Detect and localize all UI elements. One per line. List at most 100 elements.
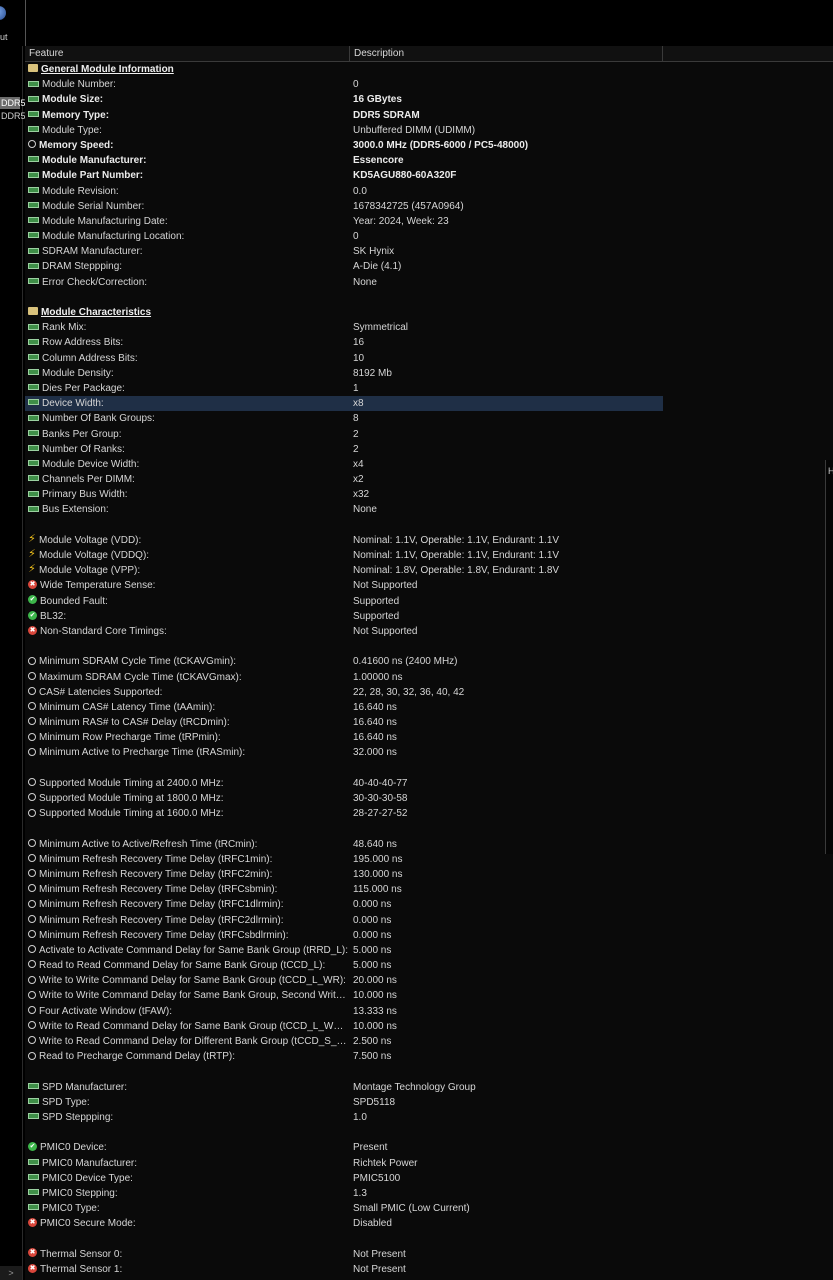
- feature-row[interactable]: Minimum Refresh Recovery Time Delay (tRF…: [25, 928, 663, 943]
- feature-row[interactable]: Module Type: Unbuffered DIMM (UDIMM): [25, 123, 663, 138]
- feature-row[interactable]: Minimum Refresh Recovery Time Delay (tRF…: [25, 852, 663, 867]
- feature-row[interactable]: Rank Mix: Symmetrical: [25, 320, 663, 335]
- feature-row[interactable]: Write to Read Command Delay for Differen…: [25, 1034, 663, 1049]
- feature-label: PMIC0 Secure Mode:: [40, 1218, 136, 1230]
- feature-row[interactable]: Read to Precharge Command Delay (tRTP): 7…: [25, 1049, 663, 1064]
- feature-row[interactable]: SPD Manufacturer: Montage Technology Grou…: [25, 1080, 663, 1095]
- feature-row[interactable]: Module Size: 16 GBytes: [25, 92, 663, 107]
- feature-row[interactable]: Write to Write Command Delay for Same Ba…: [25, 973, 663, 988]
- feature-row[interactable]: Module Density: 8192 Mb: [25, 366, 663, 381]
- feature-row[interactable]: Bus Extension: None: [25, 502, 663, 517]
- feature-row[interactable]: ✔ PMIC0 Device: Present: [25, 1140, 663, 1155]
- feature-row[interactable]: PMIC0 Stepping: 1.3: [25, 1186, 663, 1201]
- feature-row[interactable]: Minimum RAS# to CAS# Delay (tRCDmin): 16.…: [25, 715, 663, 730]
- feature-row[interactable]: Minimum CAS# Latency Time (tAAmin): 16.64…: [25, 700, 663, 715]
- scroll-right-arrow-icon[interactable]: >: [0, 1266, 22, 1280]
- column-header-feature[interactable]: Feature: [25, 46, 350, 61]
- feature-row[interactable]: Minimum Refresh Recovery Time Delay (tRF…: [25, 913, 663, 928]
- feature-row[interactable]: Supported Module Timing at 1800.0 MHz: 30…: [25, 791, 663, 806]
- feature-row[interactable]: ✖ Thermal Sensor 0: Not Present: [25, 1247, 663, 1262]
- spd-details-grid: Feature Description General Module Infor…: [25, 46, 833, 1280]
- app-logo-icon[interactable]: [0, 6, 6, 20]
- feature-row[interactable]: Write to Write Command Delay for Same Ba…: [25, 988, 663, 1003]
- memory-module-icon: [28, 399, 39, 406]
- feature-row[interactable]: PMIC0 Device Type: PMIC5100: [25, 1171, 663, 1186]
- feature-row[interactable]: Minimum Row Precharge Time (tRPmin): 16.6…: [25, 730, 663, 745]
- feature-row[interactable]: Column Address Bits: 10: [25, 351, 663, 366]
- feature-row[interactable]: SPD Type: SPD5118: [25, 1095, 663, 1110]
- feature-row[interactable]: PMIC0 Manufacturer: Richtek Power: [25, 1156, 663, 1171]
- feature-row[interactable]: Minimum Active to Active/Refresh Time (t…: [25, 837, 663, 852]
- description-value: 1678342725 (457A0964): [353, 200, 464, 212]
- feature-row[interactable]: ⚡ Module Voltage (VDD): Nominal: 1.1V, Ope…: [25, 533, 663, 548]
- feature-row[interactable]: Dies Per Package: 1: [25, 381, 663, 396]
- feature-row[interactable]: Memory Speed: 3000.0 MHz (DDR5-6000 / PC5…: [25, 138, 663, 153]
- feature-row[interactable]: ⚡ Module Voltage (VPP): Nominal: 1.8V, Ope…: [25, 563, 663, 578]
- feature-row[interactable]: Primary Bus Width: x32: [25, 487, 663, 502]
- column-header-description[interactable]: Description: [350, 46, 663, 61]
- clock-icon: [28, 808, 36, 817]
- description-value: 0: [353, 231, 359, 243]
- feature-row[interactable]: Minimum Active to Precharge Time (tRASmi…: [25, 745, 663, 760]
- feature-row[interactable]: ⚡ Module Voltage (VDDQ): Nominal: 1.1V, Op…: [25, 548, 663, 563]
- description-value: Disabled: [353, 1218, 392, 1230]
- tree-item-ddr5-selected[interactable]: DDR5: [0, 97, 26, 109]
- feature-row[interactable]: ✖ Wide Temperature Sense: Not Supported: [25, 578, 663, 593]
- feature-row[interactable]: Minimum SDRAM Cycle Time (tCKAVGmin): 0.4…: [25, 654, 663, 669]
- feature-row[interactable]: Read to Read Command Delay for Same Bank…: [25, 958, 663, 973]
- description-value: 0.0: [353, 185, 367, 197]
- feature-row[interactable]: Minimum Refresh Recovery Time Delay (tRF…: [25, 882, 663, 897]
- feature-row[interactable]: Number Of Ranks: 2: [25, 442, 663, 457]
- spacer-row: [25, 290, 663, 305]
- clock-icon: [28, 671, 36, 680]
- toolbar-label[interactable]: ut: [0, 32, 8, 42]
- feature-row[interactable]: ✖ Non-Standard Core Timings: Not Supported: [25, 624, 663, 639]
- feature-row[interactable]: Module Manufacturing Location: 0: [25, 229, 663, 244]
- feature-label: Wide Temperature Sense:: [40, 580, 156, 592]
- feature-label: Minimum Refresh Recovery Time Delay (tRF…: [39, 853, 273, 865]
- feature-row[interactable]: ✖ Thermal Sensor 1: Not Present: [25, 1262, 663, 1277]
- feature-row[interactable]: Module Part Number: KD5AGU880-60A320F: [25, 168, 663, 183]
- feature-row[interactable]: SDRAM Manufacturer: SK Hynix: [25, 244, 663, 259]
- feature-row[interactable]: Error Check/Correction: None: [25, 275, 663, 290]
- feature-row[interactable]: Supported Module Timing at 1600.0 MHz: 28…: [25, 806, 663, 821]
- feature-row[interactable]: SPD Steppping: 1.0: [25, 1110, 663, 1125]
- feature-row[interactable]: Write to Read Command Delay for Same Ban…: [25, 1019, 663, 1034]
- clock-icon: [28, 838, 36, 847]
- feature-row[interactable]: Module Manufacturing Date: Year: 2024, We…: [25, 214, 663, 229]
- clock-icon: [28, 687, 36, 696]
- memory-module-icon: [28, 247, 39, 254]
- feature-row[interactable]: Module Characteristics: [25, 305, 663, 320]
- feature-row[interactable]: Channels Per DIMM: x2: [25, 472, 663, 487]
- feature-row[interactable]: ✔ BL32: Supported: [25, 609, 663, 624]
- feature-row[interactable]: Module Serial Number: 1678342725 (457A096…: [25, 199, 663, 214]
- feature-row[interactable]: DRAM Steppping: A-Die (4.1): [25, 259, 663, 274]
- feature-row[interactable]: CAS# Latencies Supported: 22, 28, 30, 32,…: [25, 685, 663, 700]
- feature-cell: Read to Precharge Command Delay (tRTP):: [28, 1049, 348, 1064]
- feature-row[interactable]: Memory Type: DDR5 SDRAM: [25, 108, 663, 123]
- feature-row[interactable]: Minimum Refresh Recovery Time Delay (tRF…: [25, 897, 663, 912]
- clock-icon: [28, 778, 36, 787]
- feature-row[interactable]: Banks Per Group: 2: [25, 427, 663, 442]
- description-value: Present: [353, 1142, 388, 1154]
- feature-row[interactable]: ✖ PMIC0 Secure Mode: Disabled: [25, 1216, 663, 1231]
- feature-row[interactable]: Module Manufacturer: Essencore: [25, 153, 663, 168]
- feature-row[interactable]: Module Device Width: x4: [25, 457, 663, 472]
- feature-row[interactable]: Activate to Activate Command Delay for S…: [25, 943, 663, 958]
- feature-row[interactable]: PMIC0 Type: Small PMIC (Low Current): [25, 1201, 663, 1216]
- feature-row[interactable]: Four Activate Window (tFAW): 13.333 ns: [25, 1004, 663, 1019]
- feature-row[interactable]: Maximum SDRAM Cycle Time (tCKAVGmax): 1.0…: [25, 670, 663, 685]
- feature-cell: Supported Module Timing at 2400.0 MHz:: [28, 776, 348, 791]
- feature-row[interactable]: Device Width: x8: [25, 396, 663, 412]
- feature-row[interactable]: Module Number: 0: [25, 77, 663, 92]
- feature-cell: Primary Bus Width:: [28, 487, 348, 502]
- feature-row[interactable]: Supported Module Timing at 2400.0 MHz: 40…: [25, 776, 663, 791]
- feature-row[interactable]: Minimum Refresh Recovery Time Delay (tRF…: [25, 867, 663, 882]
- feature-row[interactable]: Number Of Bank Groups: 8: [25, 411, 663, 426]
- feature-label: Dies Per Package:: [42, 382, 125, 394]
- feature-row[interactable]: Row Address Bits: 16: [25, 335, 663, 350]
- feature-row[interactable]: ✔ Bounded Fault: Supported: [25, 594, 663, 609]
- tree-item-ddr5[interactable]: DDR5: [0, 110, 26, 122]
- feature-row[interactable]: General Module Information: [25, 62, 663, 77]
- feature-row[interactable]: Module Revision: 0.0: [25, 184, 663, 199]
